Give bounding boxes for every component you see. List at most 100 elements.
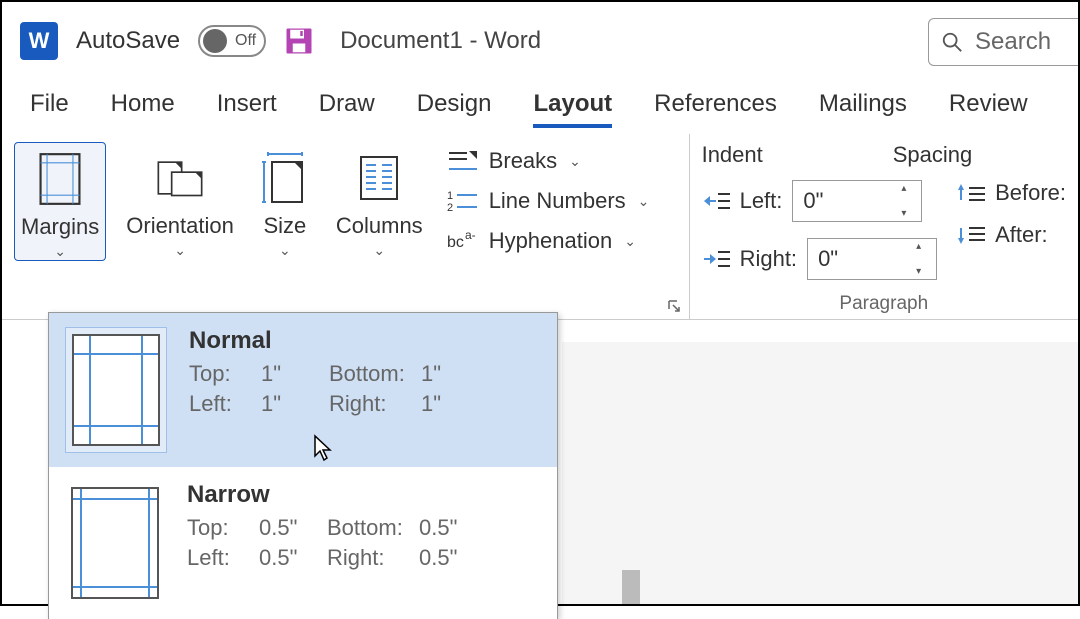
search-box[interactable]: Search (928, 18, 1078, 66)
spinner-arrows-icon[interactable]: ▴▾ (916, 241, 932, 277)
indent-left-input[interactable]: 0" ▴▾ (792, 180, 922, 222)
spacing-before-icon (957, 182, 985, 204)
breaks-icon (447, 149, 479, 173)
indent-right-icon (702, 248, 730, 270)
normal-left-label: Left: (189, 391, 261, 417)
narrow-top-label: Top: (187, 515, 259, 541)
chevron-down-icon: ⌄ (624, 233, 636, 250)
size-icon (260, 150, 310, 206)
line-numbers-icon: 12 (447, 189, 479, 213)
spacing-after-icon (957, 224, 985, 246)
tab-insert[interactable]: Insert (217, 90, 277, 124)
search-icon (941, 31, 963, 53)
spacing-after-label: After: (995, 222, 1048, 248)
margins-icon (35, 151, 85, 207)
margins-narrow-title: Narrow (187, 481, 541, 509)
spacing-before-label: Before: (995, 180, 1066, 206)
document-canvas[interactable] (562, 342, 1078, 604)
margins-button[interactable]: Margins ⌄ (14, 142, 106, 261)
document-page-edge (622, 570, 640, 604)
margins-option-narrow[interactable]: Narrow Top: 0.5" Bottom: 0.5" Left: 0.5"… (49, 467, 557, 619)
hyphenation-button[interactable]: bca- Hyphenation ⌄ (443, 226, 654, 256)
ribbon-body: Margins ⌄ Orientation ⌄ Size ⌄ (2, 134, 1078, 320)
normal-right-label: Right: (329, 391, 421, 417)
columns-icon (354, 150, 404, 206)
tab-design[interactable]: Design (417, 90, 492, 124)
narrow-right-label: Right: (327, 545, 419, 571)
chevron-down-icon: ⌄ (174, 242, 186, 259)
indent-right-input[interactable]: 0" ▴▾ (807, 238, 937, 280)
margins-dropdown: Normal Top: 1" Bottom: 1" Left: 1" Right… (48, 312, 558, 619)
autosave-toggle[interactable]: Off (198, 25, 266, 57)
group-paragraph: Indent Spacing Left: 0" ▴▾ Right: 0" (690, 134, 1078, 319)
normal-right-value: 1" (421, 391, 477, 417)
normal-top-label: Top: (189, 361, 261, 387)
group-page-setup: Margins ⌄ Orientation ⌄ Size ⌄ (2, 134, 690, 319)
normal-left-value: 1" (261, 391, 329, 417)
chevron-down-icon: ⌄ (638, 193, 650, 210)
tab-review[interactable]: Review (949, 90, 1028, 124)
line-numbers-label: Line Numbers (489, 188, 626, 214)
autosave-label: AutoSave (76, 27, 180, 55)
margins-normal-title: Normal (189, 327, 541, 355)
tab-mailings[interactable]: Mailings (819, 90, 907, 124)
page-setup-launcher-icon[interactable] (667, 299, 681, 313)
orientation-button[interactable]: Orientation ⌄ (120, 142, 240, 261)
indent-left-value: 0" (793, 188, 823, 214)
margins-normal-thumb-icon (72, 334, 160, 446)
title-bar: W AutoSave Off Document1 - Word Search (2, 2, 1078, 80)
word-app-icon: W (20, 22, 58, 60)
indent-header: Indent (702, 142, 763, 168)
tab-layout[interactable]: Layout (533, 90, 612, 124)
margins-narrow-thumb-icon (71, 487, 159, 599)
svg-text:a-: a- (465, 229, 476, 242)
tab-draw[interactable]: Draw (319, 90, 375, 124)
normal-bottom-value: 1" (421, 361, 477, 387)
search-placeholder: Search (975, 28, 1051, 56)
document-title: Document1 - Word (340, 27, 541, 55)
ribbon-tabs: File Home Insert Draw Design Layout Refe… (2, 80, 1078, 134)
toggle-knob-icon (203, 29, 227, 53)
margins-label: Margins (21, 215, 99, 239)
svg-text:1: 1 (447, 190, 453, 202)
size-button[interactable]: Size ⌄ (254, 142, 316, 261)
indent-left-label: Left: (740, 188, 783, 214)
narrow-left-label: Left: (187, 545, 259, 571)
narrow-bottom-label: Bottom: (327, 515, 419, 541)
orientation-icon (155, 150, 205, 206)
chevron-down-icon: ⌄ (569, 153, 581, 170)
spacing-header: Spacing (893, 142, 973, 168)
hyphenation-icon: bca- (447, 229, 479, 253)
svg-text:bc: bc (447, 234, 464, 251)
columns-button[interactable]: Columns ⌄ (330, 142, 429, 261)
narrow-right-value: 0.5" (419, 545, 475, 571)
normal-top-value: 1" (261, 361, 329, 387)
tab-file[interactable]: File (30, 90, 69, 124)
narrow-left-value: 0.5" (259, 545, 327, 571)
indent-right-label: Right: (740, 246, 797, 272)
tab-home[interactable]: Home (111, 90, 175, 124)
columns-label: Columns (336, 214, 423, 238)
line-numbers-button[interactable]: 12 Line Numbers ⌄ (443, 186, 654, 216)
paragraph-group-label: Paragraph (690, 293, 1078, 315)
narrow-bottom-value: 0.5" (419, 515, 475, 541)
chevron-down-icon: ⌄ (373, 242, 385, 259)
hyphenation-label: Hyphenation (489, 228, 613, 254)
indent-left-icon (702, 190, 730, 212)
chevron-down-icon: ⌄ (54, 243, 66, 260)
orientation-label: Orientation (126, 214, 234, 238)
tab-references[interactable]: References (654, 90, 777, 124)
autosave-state: Off (235, 32, 256, 50)
margins-option-normal[interactable]: Normal Top: 1" Bottom: 1" Left: 1" Right… (49, 313, 557, 467)
size-label: Size (263, 214, 306, 238)
breaks-button[interactable]: Breaks ⌄ (443, 146, 654, 176)
breaks-label: Breaks (489, 148, 557, 174)
mouse-cursor-icon (312, 434, 334, 462)
indent-right-value: 0" (808, 246, 838, 272)
svg-text:2: 2 (447, 202, 453, 213)
save-icon[interactable] (284, 26, 314, 56)
narrow-top-value: 0.5" (259, 515, 327, 541)
chevron-down-icon: ⌄ (279, 242, 291, 259)
spinner-arrows-icon[interactable]: ▴▾ (901, 183, 917, 219)
normal-bottom-label: Bottom: (329, 361, 421, 387)
